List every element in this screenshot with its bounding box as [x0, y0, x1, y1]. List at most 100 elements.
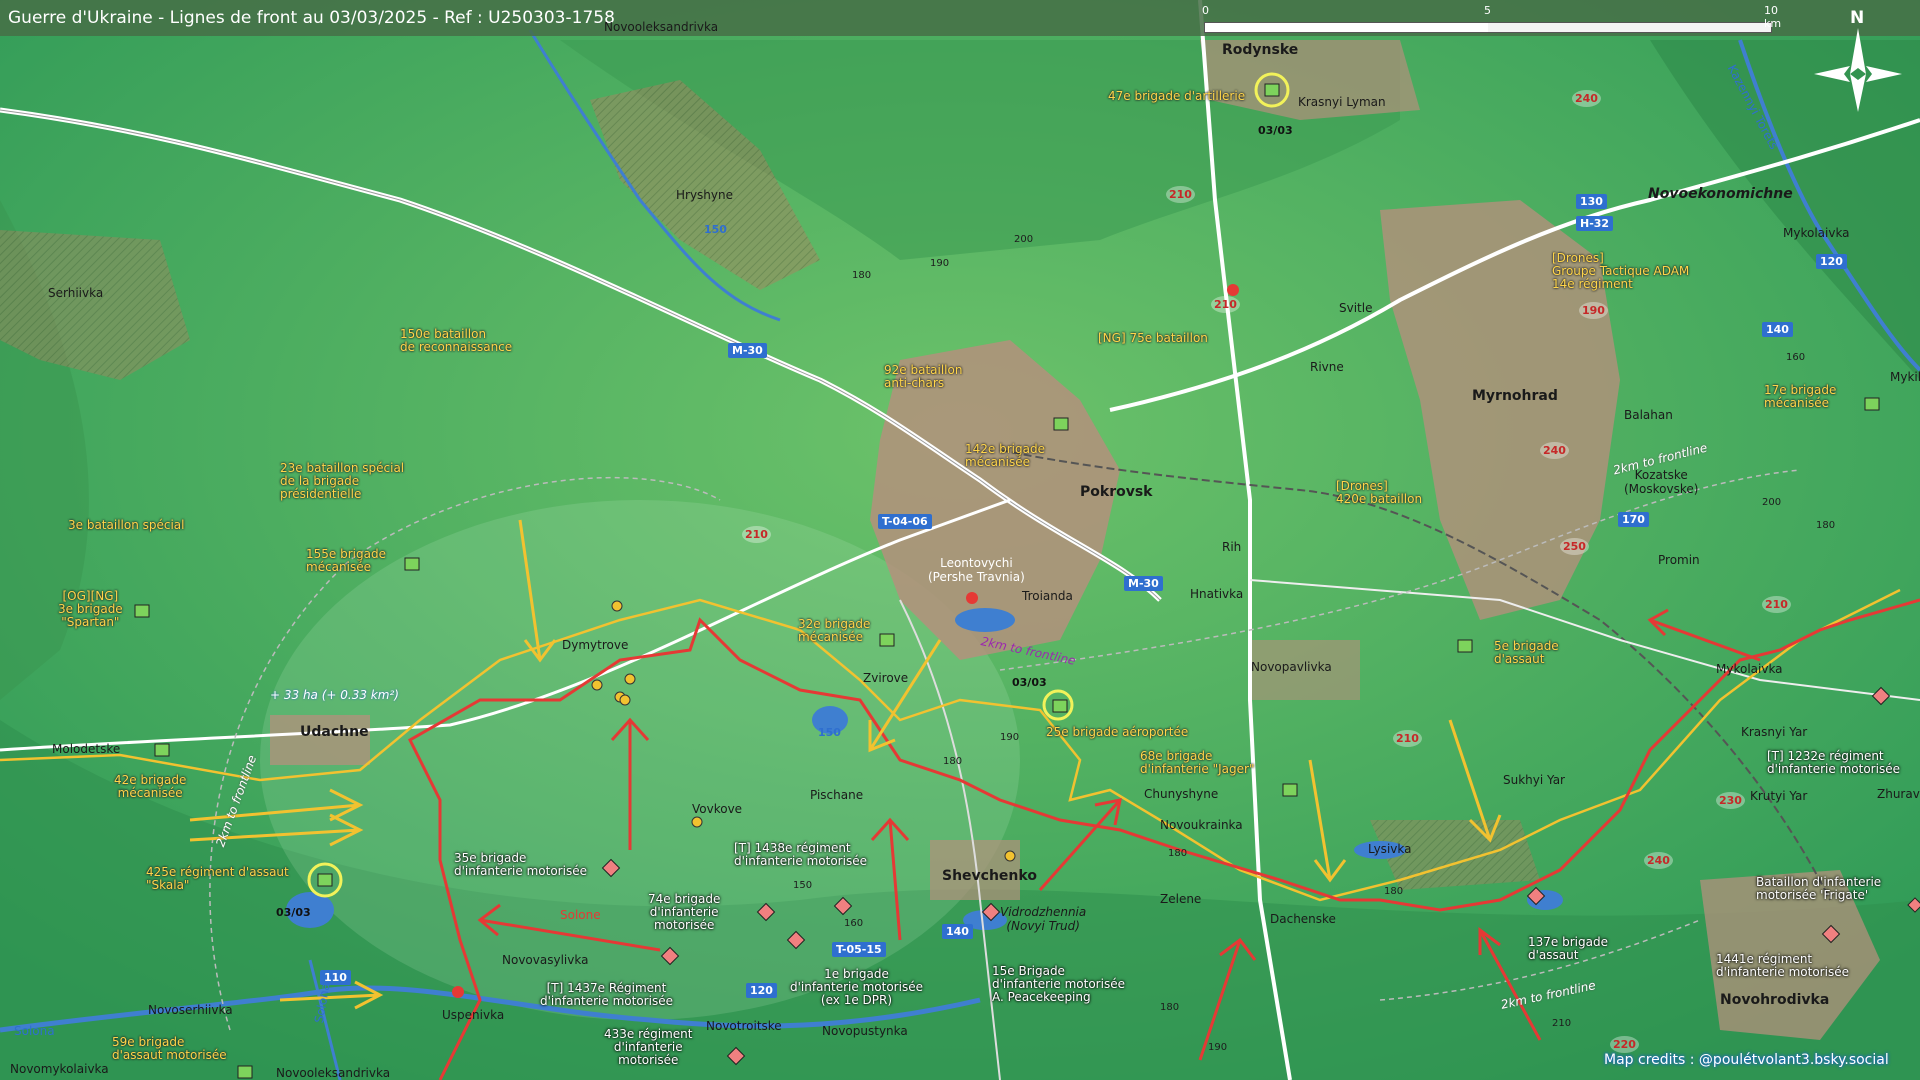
place-hryshyne[interactable]: Hryshyne	[676, 188, 733, 202]
unit-mec17[interactable]: 17e brigade mécanisée	[1764, 384, 1836, 410]
place-dymytrove[interactable]: Dymytrove	[562, 638, 628, 652]
unit-art47[interactable]: 47e brigade d'artillerie	[1108, 90, 1245, 103]
alt-220: 220	[1610, 1036, 1639, 1053]
elev-180c: 180	[943, 756, 963, 767]
place-krutyi-yar[interactable]: Krutyi Yar	[1750, 789, 1807, 803]
place-novovasylivka[interactable]: Novovasylivka	[502, 953, 588, 967]
place-chunyshyne[interactable]: Chunyshyne	[1144, 787, 1218, 801]
unit-ng75[interactable]: [NG] 75e bataillon	[1098, 332, 1208, 345]
place-krasnyi-lyman[interactable]: Krasnyi Lyman	[1298, 95, 1386, 109]
unit-at92[interactable]: 92e bataillon anti-chars	[884, 364, 962, 390]
gain-note: + 33 ha (+ 0.33 km²)	[270, 688, 399, 702]
unit-spartan[interactable]: [OG][NG] 3e brigade "Spartan"	[58, 590, 123, 629]
place-pokrovsk[interactable]: Pokrovsk	[1080, 484, 1152, 500]
place-rivne[interactable]: Rivne	[1310, 360, 1344, 374]
alt-210c: 210	[742, 526, 771, 543]
unit-rec150[interactable]: 150e bataillon de reconnaissance	[400, 328, 512, 354]
unit-sp23[interactable]: 23e bataillon spécial de la brigade prés…	[280, 462, 404, 501]
place-novoserhiivka[interactable]: Novoserhiivka	[148, 1003, 233, 1017]
unit-mot1232[interactable]: [T] 1232e régiment d'infanterie motorisé…	[1767, 750, 1900, 776]
elev-160: 160	[1786, 352, 1806, 363]
place-novohrodivka[interactable]: Novohrodivka	[1720, 992, 1829, 1008]
place-novomykolaivka[interactable]: Novomykolaivka	[10, 1062, 109, 1076]
place-zhuravka[interactable]: Zhuravk	[1877, 787, 1920, 801]
elev-210: 210	[1552, 1018, 1572, 1029]
road-shield-t0406: T-04-06	[878, 514, 932, 529]
unit-drones-adam[interactable]: [Drones] Groupe Tactique ADAM 14e régime…	[1552, 252, 1689, 291]
unit-frigate[interactable]: Bataillon d'infanterie motorisée 'Frigat…	[1756, 876, 1881, 902]
lake-leontovychi	[955, 608, 1015, 632]
unit-dpr1[interactable]: 1e brigade d'infanterie motorisée (ex 1e…	[790, 968, 923, 1007]
place-lysivka[interactable]: Lysivka	[1368, 842, 1411, 856]
place-zelene[interactable]: Zelene	[1160, 892, 1201, 906]
alt-210e: 210	[1393, 730, 1422, 747]
place-novotroitske[interactable]: Novotroitske	[706, 1019, 782, 1033]
unit-aero25[interactable]: 25e brigade aéroportée	[1046, 726, 1188, 739]
unit-mot1441[interactable]: 1441e régiment d'infanterie motorisée	[1716, 953, 1849, 979]
unit-as59[interactable]: 59e brigade d'assaut motorisée	[112, 1036, 227, 1062]
place-solone[interactable]: Solone	[560, 908, 601, 922]
place-rih[interactable]: Rih	[1222, 540, 1241, 554]
road-num-130: 130	[1576, 194, 1607, 209]
unit-mec155[interactable]: 155e brigade mécanisée	[306, 548, 386, 574]
place-vidrodzhennia[interactable]: Vidrodzhennia (Novyi Trud)	[1000, 905, 1086, 933]
place-pischane[interactable]: Pischane	[810, 788, 863, 802]
place-zvirove[interactable]: Zvirove	[863, 671, 908, 685]
unit-mot35[interactable]: 35e brigade d'infanterie motorisée	[454, 852, 587, 878]
place-myrnohrad[interactable]: Myrnohrad	[1472, 388, 1558, 404]
unit-drones420[interactable]: [Drones] 420e bataillon	[1336, 480, 1422, 506]
road-num-150: 150	[704, 223, 727, 236]
place-novooleksandrivka-n[interactable]: Novooleksandrivka	[604, 20, 718, 34]
road-shield-m30-b: M-30	[1124, 576, 1163, 591]
elev-180d: 180	[1168, 848, 1188, 859]
place-svitle[interactable]: Svitle	[1339, 301, 1372, 315]
alt-240a: 240	[1572, 90, 1601, 107]
place-vovkove[interactable]: Vovkove	[692, 802, 742, 816]
elev-150b: 150	[793, 880, 813, 891]
unit-mec32[interactable]: 32e brigade mécanisée	[798, 618, 870, 644]
place-novopavlivka[interactable]: Novopavlivka	[1251, 660, 1332, 674]
place-promin[interactable]: Promin	[1658, 553, 1700, 567]
place-udachne[interactable]: Udachne	[300, 724, 369, 740]
unit-jager[interactable]: 68e brigade d'infanterie "Jager"	[1140, 750, 1254, 776]
unit-mot74[interactable]: 74e brigade d'infanterie motorisée	[648, 893, 720, 932]
place-shevchenko[interactable]: Shevchenko	[942, 868, 1037, 884]
unit-mot1438[interactable]: [T] 1438e régiment d'infanterie motorisé…	[734, 842, 867, 868]
place-sukhyi-yar[interactable]: Sukhyi Yar	[1503, 773, 1565, 787]
unit-skala[interactable]: 425e régiment d'assaut "Skala"	[146, 866, 289, 892]
unit-as137[interactable]: 137e brigade d'assaut	[1528, 936, 1608, 962]
unit-mec142[interactable]: 142e brigade mécanisée	[965, 443, 1045, 469]
place-mykolaivka-ne[interactable]: Mykolaivka	[1783, 226, 1850, 240]
elev-190c: 190	[1208, 1042, 1228, 1053]
unit-sp3[interactable]: 3e bataillon spécial	[68, 519, 185, 532]
unit-mot433[interactable]: 433e régiment d'infanterie motorisée	[604, 1028, 693, 1067]
alt-250: 250	[1560, 538, 1589, 555]
place-dachenske[interactable]: Dachenske	[1270, 912, 1336, 926]
unit-as5[interactable]: 5e brigade d'assaut	[1494, 640, 1559, 666]
place-novoekonomichne[interactable]: Novoekonomichne	[1648, 186, 1793, 202]
place-balahan[interactable]: Balahan	[1624, 408, 1673, 422]
place-rodynske[interactable]: Rodynske	[1222, 42, 1298, 58]
place-mykolaivka-e[interactable]: Mykolaivka	[1716, 662, 1783, 676]
place-molodetske[interactable]: Molodetske	[52, 742, 120, 756]
road-shield-m30-a: M-30	[728, 343, 767, 358]
unit-peace15[interactable]: 15e Brigade d'infanterie motorisée A. Pe…	[992, 965, 1125, 1004]
marker-road	[1227, 284, 1239, 296]
elev-200b: 200	[1762, 497, 1782, 508]
alt-240c: 240	[1644, 852, 1673, 869]
place-krasnyi-yar[interactable]: Krasnyi Yar	[1741, 725, 1807, 739]
place-novoukrainka[interactable]: Novoukrainka	[1160, 818, 1243, 832]
scale-mid: 5	[1484, 4, 1491, 17]
place-leontovychi[interactable]: Leontovychi (Pershe Travnia)	[928, 556, 1025, 584]
place-serhiivka[interactable]: Serhiivka	[48, 286, 103, 300]
unit-mec42[interactable]: 42e brigade mécanisée	[114, 774, 186, 800]
map-credits: Map credits : @poulétvolant3.bsky.social	[1604, 1052, 1889, 1068]
unit-mot1437[interactable]: [T] 1437e Régiment d'infanterie motorisé…	[540, 982, 673, 1008]
place-hnativka[interactable]: Hnativka	[1190, 587, 1243, 601]
place-novooleksandrivka-s[interactable]: Novooleksandrivka	[276, 1066, 390, 1080]
alt-210b: 210	[1211, 296, 1240, 313]
place-mykil[interactable]: Mykil	[1890, 370, 1920, 384]
place-uspenivka[interactable]: Uspenivka	[442, 1008, 504, 1022]
place-troianda[interactable]: Troianda	[1022, 589, 1073, 603]
place-novopustynka[interactable]: Novopustynka	[822, 1024, 908, 1038]
